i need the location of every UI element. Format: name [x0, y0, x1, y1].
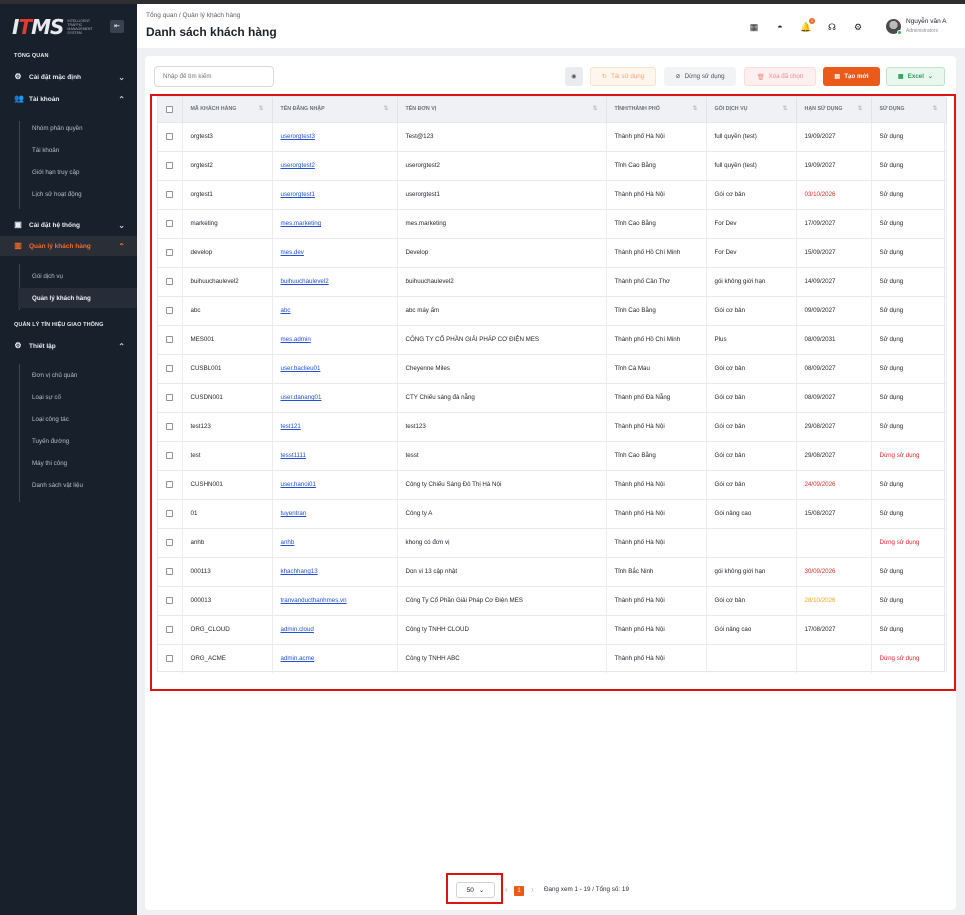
stop-label: Dừng sử dụng — [684, 73, 725, 80]
page-button-current[interactable]: 1 — [514, 886, 524, 896]
menu-settings-default[interactable]: ⚙ Cài đặt mặc định ⌄ — [0, 67, 137, 87]
menu-label: Cài đặt hệ thống — [29, 221, 80, 229]
refresh-icon: ↻ — [601, 73, 608, 80]
prev-page-icon[interactable]: ‹ — [505, 885, 508, 894]
search-input[interactable] — [154, 66, 274, 87]
eye-icon: ◉ — [571, 73, 577, 80]
page-title: Danh sách khách hàng — [146, 25, 277, 39]
menu-customer-management[interactable]: ▥ Quản lý khách hàng ⌃ — [0, 236, 137, 256]
chevron-down-icon: ⌄ — [927, 73, 934, 80]
headset-icon[interactable]: ☊ — [826, 21, 838, 33]
column-visibility-button[interactable]: ◉ — [565, 67, 583, 86]
submenu-customer-management[interactable]: Quản lý khách hàng — [18, 288, 137, 308]
next-page-icon[interactable]: › — [531, 885, 534, 894]
pagination-info: Đang xem 1 - 19 / Tổng số: 19 — [544, 886, 629, 893]
submenu-work-types[interactable]: Loại công tác — [32, 416, 69, 423]
user-role: Administrators — [906, 28, 938, 34]
stop-using-button[interactable]: ⊘ Dừng sử dụng — [664, 67, 736, 86]
chevron-up-icon: ⌃ — [118, 241, 125, 251]
excel-label: Excel — [907, 73, 924, 80]
chevron-down-icon: ⌄ — [118, 220, 125, 230]
submenu-machines[interactable]: Máy thi công — [32, 460, 67, 467]
stop-circle-icon: ⊘ — [675, 73, 681, 80]
submenu-incident-types[interactable]: Loại sự cố — [32, 394, 61, 401]
collapse-sidebar-button[interactable]: ⇤ — [110, 20, 124, 33]
monitor-icon: ▣ — [14, 220, 22, 229]
create-label: Tạo mới — [844, 73, 869, 80]
page-header: Tổng quan / Quản lý khách hàng Danh sách… — [137, 4, 965, 48]
menu-label: Thiết lập — [29, 342, 56, 350]
gear-icon[interactable]: ⚙ — [852, 21, 864, 33]
submenu-activity-history[interactable]: Lịch sử hoạt động — [32, 191, 82, 198]
menu-system-settings[interactable]: ▣ Cài đặt hệ thống ⌄ — [0, 215, 137, 235]
chevron-up-icon: ⌃ — [118, 341, 125, 351]
menu-label: Tài khoản — [29, 95, 60, 103]
sidebar: ITMS INTELLIGENT TRAFFIC MANAGEMENT SYST… — [0, 4, 137, 915]
submenu-materials[interactable]: Danh sách vật liệu — [32, 482, 83, 489]
chevron-up-icon: ⌃ — [118, 94, 125, 104]
users-icon: 👥 — [14, 94, 24, 103]
online-status-dot — [897, 30, 902, 35]
menu-setup[interactable]: ⚙ Thiết lập ⌃ — [0, 336, 137, 356]
submenu-accounts[interactable]: Tài khoản — [32, 147, 59, 154]
submenu-line — [19, 121, 20, 209]
submenu-managing-units[interactable]: Đơn vị chủ quản — [32, 372, 77, 379]
logo-subtitle: INTELLIGENT TRAFFIC MANAGEMENT SYSTEM — [67, 19, 93, 35]
submenu-routes[interactable]: Tuyến đường — [32, 438, 69, 445]
submenu-service-packages[interactable]: Gói dịch vụ — [32, 273, 63, 280]
section-title-overview: TỔNG QUAN — [14, 53, 49, 59]
submenu-permission-groups[interactable]: Nhóm phân quyền — [32, 125, 83, 132]
apps-grid-icon[interactable]: ▦ — [748, 21, 760, 33]
excel-icon: ▦ — [897, 73, 904, 80]
menu-label: Cài đặt mặc định — [29, 73, 82, 81]
highlight-table-frame — [150, 94, 956, 691]
reuse-button[interactable]: ↻ Tái sử dụng — [590, 67, 656, 86]
submenu-line — [19, 364, 20, 502]
trash-icon: 🗑 — [756, 73, 765, 81]
menu-account[interactable]: 👥 Tài khoản ⌃ — [0, 89, 137, 109]
dashboard-icon[interactable]: ◓ — [774, 21, 786, 33]
highlight-page-size — [446, 873, 503, 904]
menu-label: Quản lý khách hàng — [29, 242, 91, 250]
delete-selected-button[interactable]: 🗑 Xóa đã chọn — [744, 67, 816, 86]
submenu-access-limits[interactable]: Giới hạn truy cập — [32, 169, 79, 176]
logo-text: ITMS — [12, 15, 64, 39]
excel-export-button[interactable]: ▦ Excel ⌄ — [886, 67, 945, 86]
breadcrumb[interactable]: Tổng quan / Quản lý khách hàng — [146, 12, 240, 19]
building-icon: ▥ — [14, 241, 22, 250]
file-plus-icon: ▤ — [834, 73, 841, 80]
notification-badge: 1 — [809, 18, 815, 24]
app-logo[interactable]: ITMS INTELLIGENT TRAFFIC MANAGEMENT SYST… — [12, 15, 93, 39]
bell-icon[interactable]: 🔔 1 — [800, 18, 815, 33]
reuse-label: Tái sử dụng — [611, 73, 645, 80]
delete-label: Xóa đã chọn — [768, 73, 804, 80]
section-title-traffic: QUẢN LÝ TÍN HIỆU GIAO THÔNG — [14, 322, 104, 328]
chevron-down-icon: ⌄ — [118, 72, 125, 82]
settings-icon: ⚙ — [14, 72, 22, 81]
gear-icon: ⚙ — [14, 341, 22, 350]
create-new-button[interactable]: ▤ Tạo mới — [823, 67, 880, 86]
user-name[interactable]: Nguyễn văn A — [906, 18, 946, 25]
avatar[interactable] — [886, 19, 902, 35]
